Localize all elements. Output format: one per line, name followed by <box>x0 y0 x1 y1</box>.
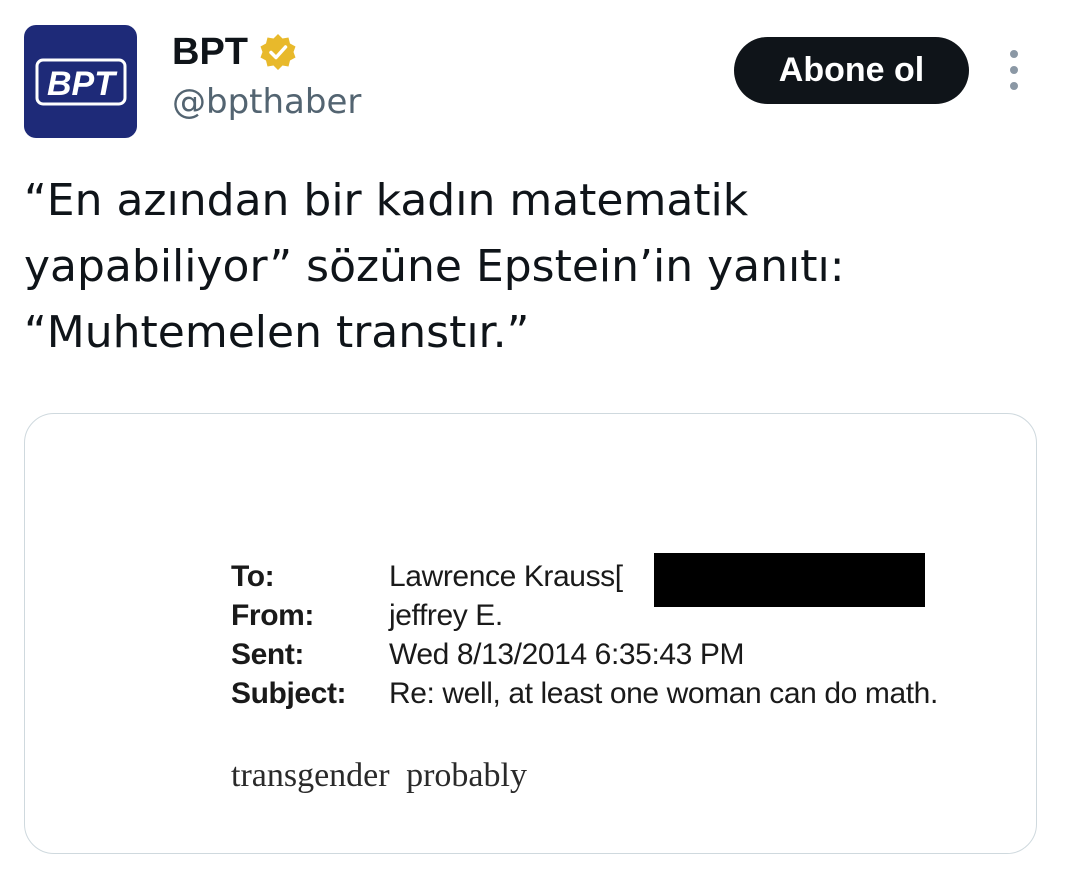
email-key: From: <box>231 599 314 632</box>
verified-badge-icon <box>260 34 296 70</box>
email-body: transgender probably <box>231 757 527 794</box>
email-value: Lawrence Krauss[ <box>389 560 623 593</box>
bpt-logo-icon: BPT <box>35 58 126 105</box>
avatar-logo-text: BPT <box>47 65 118 103</box>
display-name[interactable]: BPT <box>172 30 248 74</box>
user-handle[interactable]: @bpthaber <box>172 80 361 124</box>
email-key: Sent: <box>231 638 305 671</box>
avatar[interactable]: BPT <box>24 25 137 138</box>
email-value: Re: well, at least one woman can do math… <box>389 677 938 710</box>
more-dot <box>1010 82 1018 90</box>
follow-button[interactable]: Abone ol <box>734 37 969 104</box>
tweet-text-line: “Muhtemelen transtır.” <box>24 307 530 358</box>
more-vertical-icon[interactable] <box>1000 50 1028 90</box>
email-value: jeffrey E. <box>389 599 503 632</box>
more-dot <box>1010 66 1018 74</box>
tweet-text-line: yapabiliyor” sözüne Epstein’in yanıtı: <box>24 241 845 292</box>
display-name-row[interactable]: BPT <box>172 30 298 74</box>
tweet-text-line: “En azından bir kadın matematik <box>24 175 749 226</box>
email-key: Subject: <box>231 677 347 710</box>
redaction-bar <box>654 553 925 607</box>
tweet-media-image[interactable]: To: Lawrence Krauss[ From: jeffrey E. Se… <box>24 413 1037 854</box>
tweet-text: “En azından bir kadın matematik yapabili… <box>24 168 1024 366</box>
more-dot <box>1010 50 1018 58</box>
email-key: To: <box>231 560 275 593</box>
email-value: Wed 8/13/2014 6:35:43 PM <box>389 638 745 671</box>
